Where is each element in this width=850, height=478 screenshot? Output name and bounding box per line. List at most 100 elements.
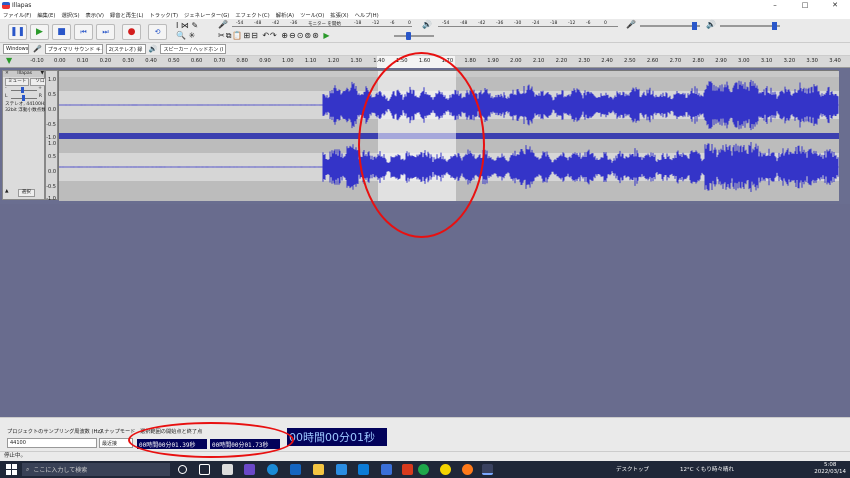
status-bar: 停止中。 xyxy=(0,451,850,461)
audacity-taskbar-icon[interactable] xyxy=(482,464,493,475)
zoom-in-icon[interactable]: ⊕ xyxy=(281,31,289,40)
menu-view[interactable]: 表示(V) xyxy=(83,11,107,19)
gain-thumb[interactable] xyxy=(21,87,24,93)
ruler-tick: 0.70 xyxy=(213,58,226,64)
record-button[interactable]: ● xyxy=(122,24,141,40)
trim-icon[interactable]: ⊞ xyxy=(243,31,251,40)
menu-generate[interactable]: ジェネレーター(G) xyxy=(181,11,232,19)
menu-transport[interactable]: 録音と再生(L) xyxy=(107,11,147,19)
menu-analyze[interactable]: 解析(A) xyxy=(273,11,297,19)
menu-select[interactable]: 選択(S) xyxy=(58,11,82,19)
zoom-tool-icon[interactable]: 🔍 xyxy=(176,31,186,40)
app-icon-s[interactable] xyxy=(358,464,369,475)
record-meter[interactable]: -54 -48 -42 -36 モニター を開始 -18 -12 -6 0 xyxy=(232,21,412,27)
weather-widget[interactable]: 12°C くもり時々晴れ xyxy=(680,465,734,473)
firefox-icon[interactable] xyxy=(462,464,473,475)
task-view-icon[interactable] xyxy=(199,464,210,475)
gain-slider[interactable] xyxy=(11,90,37,91)
minimize-button[interactable]: – xyxy=(760,0,790,10)
menu-tracks[interactable]: トラック(T) xyxy=(146,11,181,19)
play-meter[interactable]: -54 -48 -42 -36 -30 -24 -18 -12 -6 0 xyxy=(438,21,618,27)
ruler-tick: 0.30 xyxy=(122,58,134,64)
output-device-select[interactable]: スピーカー / ヘッドホン (I xyxy=(160,44,227,54)
record-volume-thumb[interactable] xyxy=(692,22,697,30)
stop-button[interactable]: ■ xyxy=(52,24,71,40)
play-button[interactable]: ▶ xyxy=(30,24,49,40)
loop-button[interactable]: ⟲ xyxy=(148,24,167,40)
playback-volume-icon: 🔊 xyxy=(706,20,716,29)
track-name[interactable]: Illapas xyxy=(17,71,32,77)
redo-icon[interactable]: ↷ xyxy=(270,31,278,40)
pan-thumb[interactable] xyxy=(22,95,25,101)
ruler-tick: 3.20 xyxy=(783,58,796,64)
mail-icon[interactable] xyxy=(336,464,347,475)
audio-position[interactable]: 00時間00分01秒 xyxy=(287,428,387,446)
project-rate-select[interactable]: 44100 xyxy=(7,438,97,448)
undo-icon[interactable]: ↶ xyxy=(262,31,270,40)
app-icon-m[interactable] xyxy=(244,464,255,475)
track-name-row[interactable]: ✕ Illapas ▼ xyxy=(3,71,44,77)
desktop-label[interactable]: デスクトップ xyxy=(616,465,649,473)
title-bar: Illapas – □ ✕ xyxy=(0,0,850,10)
playback-volume-slider[interactable] xyxy=(720,22,780,30)
host-select[interactable]: Windows xyxy=(3,44,29,54)
pause-button[interactable]: ❚❚ xyxy=(8,24,27,40)
menu-effect[interactable]: エフェクト(C) xyxy=(232,11,272,19)
menu-edit[interactable]: 編集(E) xyxy=(34,11,58,19)
menu-file[interactable]: ファイル(F) xyxy=(0,11,34,19)
taskbar-search[interactable]: ⌕ ここに入力して検索 xyxy=(22,463,170,476)
ruler-tick: 1.00 xyxy=(282,58,294,64)
skip-start-button[interactable]: ⏮ xyxy=(74,24,93,40)
ruler-tick: 1.40 xyxy=(373,58,385,64)
explorer-icon[interactable] xyxy=(313,464,324,475)
search-icon: ⌕ xyxy=(26,465,30,473)
ruler-tick: 1.20 xyxy=(327,58,340,64)
track-menu-icon[interactable]: ▼ xyxy=(40,71,44,77)
selection-tool-icon[interactable]: I xyxy=(176,21,178,30)
ruler-tick: 2.60 xyxy=(646,58,659,64)
annotation-circle-waveform xyxy=(358,52,485,238)
fit-project-icon[interactable]: ⊚ xyxy=(304,31,312,40)
maximize-button[interactable]: □ xyxy=(790,0,820,10)
multi-tool-icon[interactable]: ✳ xyxy=(189,31,196,40)
edge-dev-icon[interactable] xyxy=(418,464,429,475)
input-device-select[interactable]: プライマリ サウンド キャプ xyxy=(44,44,103,54)
record-volume-slider[interactable] xyxy=(640,22,700,30)
menu-tools[interactable]: ツール(O) xyxy=(297,11,327,19)
app-icon-3[interactable] xyxy=(440,464,451,475)
menu-extra[interactable]: 拡張(X) xyxy=(327,11,351,19)
app-icon-1[interactable] xyxy=(222,464,233,475)
cortana-icon[interactable] xyxy=(178,465,187,474)
menu-help[interactable]: ヘルプ(H) xyxy=(352,11,382,19)
paste-icon[interactable]: 📋 xyxy=(232,31,243,40)
silence-icon[interactable]: ⊟ xyxy=(251,31,259,40)
ruler-tick: 1.90 xyxy=(487,58,499,64)
zoom-toggle-icon[interactable]: ⊛ xyxy=(312,31,320,40)
ruler-tick: 2.50 xyxy=(624,58,636,64)
pin-playhead-icon[interactable]: ▼ xyxy=(6,56,12,65)
zoom-out-icon[interactable]: ⊖ xyxy=(289,31,297,40)
playback-volume-thumb[interactable] xyxy=(772,22,777,30)
close-button[interactable]: ✕ xyxy=(820,0,850,10)
mute-button[interactable]: ミュート xyxy=(5,78,30,86)
track-close-icon[interactable]: ✕ xyxy=(5,71,9,77)
collapse-icon[interactable]: ▲ xyxy=(5,189,9,197)
draw-tool-icon[interactable]: ✎ xyxy=(191,21,198,30)
app-icon-2[interactable] xyxy=(381,464,392,475)
app-icon-word[interactable] xyxy=(290,464,301,475)
vertical-scale: 1.0 0.5 0.0 -0.5 -1.0 1.0 0.5 0.0 -0.5 -… xyxy=(45,70,58,202)
loop-icon: ⟲ xyxy=(154,28,161,36)
ruler-tick: 1.80 xyxy=(464,58,476,64)
channels-select[interactable]: 2(ステレオ) 録 xyxy=(105,44,146,54)
envelope-tool-icon[interactable]: ⋈ xyxy=(181,21,189,30)
skip-end-button[interactable]: ⏭ xyxy=(96,24,115,40)
windows-start-icon[interactable] xyxy=(6,464,17,475)
edge-icon[interactable] xyxy=(267,464,278,475)
play-speed-thumb[interactable] xyxy=(406,32,411,40)
play-speed-slider[interactable] xyxy=(394,32,434,40)
cut-icon[interactable]: ✂ xyxy=(218,31,226,40)
play-at-speed-icon[interactable]: ▶ xyxy=(323,31,330,40)
office-icon[interactable] xyxy=(402,464,413,475)
select-track-button[interactable]: 選択 xyxy=(17,189,35,197)
clock[interactable]: 5:08 2022/03/14 xyxy=(814,462,846,476)
